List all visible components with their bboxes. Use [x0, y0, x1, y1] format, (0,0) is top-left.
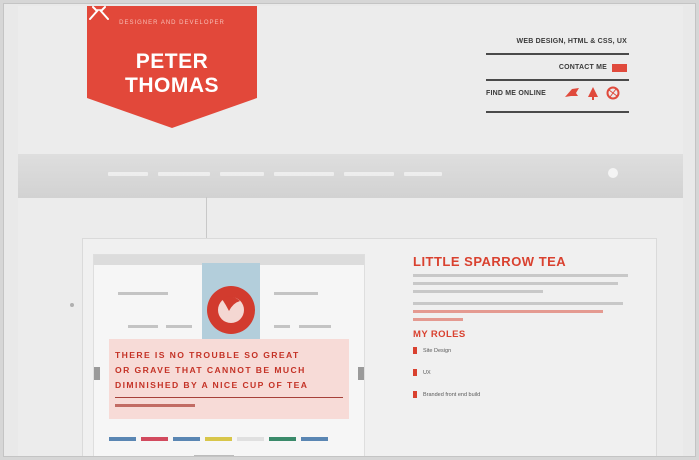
nav-band	[18, 154, 683, 198]
logo-banner[interactable]: DESIGNER AND DEVELOPER PETER THOMAS	[87, 6, 257, 128]
role-label: UX	[423, 370, 431, 376]
contact-row[interactable]: CONTACT ME	[486, 55, 629, 81]
social-row: FIND ME ONLINE	[486, 81, 629, 113]
swatch	[237, 437, 264, 441]
band-links	[108, 172, 442, 176]
preview-nav-line	[128, 325, 158, 328]
role-item: Branded front end build	[413, 384, 653, 406]
band-link[interactable]	[158, 172, 210, 176]
site-preview[interactable]: THERE IS NO TROUBLE SO GREAT OR GRAVE TH…	[93, 254, 365, 456]
preview-nav-line	[299, 325, 331, 328]
project-title: LITTLE SPARROW TEA	[413, 254, 567, 269]
role-bullet	[413, 369, 417, 376]
left-mark	[70, 303, 74, 307]
roles-title: MY ROLES	[413, 329, 466, 340]
quote-attribution	[115, 404, 195, 407]
band-link[interactable]	[404, 172, 442, 176]
project-showcase: THERE IS NO TROUBLE SO GREAT OR GRAVE TH…	[82, 238, 657, 456]
divider	[206, 197, 207, 239]
tea-quote: THERE IS NO TROUBLE SO GREAT OR GRAVE TH…	[115, 348, 345, 393]
preview-logo	[202, 263, 260, 343]
webpage: DESIGNER AND DEVELOPER PETER THOMAS WEB …	[18, 6, 683, 456]
project-recognition	[413, 302, 653, 321]
role-label: Branded front end build	[423, 392, 481, 398]
project-description	[413, 274, 653, 293]
brand-name: PETER THOMAS	[125, 50, 219, 97]
prev-arrow-icon[interactable]	[94, 367, 100, 380]
swatch	[205, 437, 232, 441]
role-bullet	[413, 391, 417, 398]
quote-line-1: THERE IS NO TROUBLE SO GREAT	[115, 350, 300, 360]
brand-tagline: DESIGNER AND DEVELOPER	[119, 20, 225, 26]
swatch	[301, 437, 328, 441]
crossed-feathers-icon	[89, 6, 109, 20]
band-link[interactable]	[344, 172, 394, 176]
role-label: Site Design	[423, 348, 452, 354]
bird-icon[interactable]	[564, 86, 580, 100]
quote-rule	[115, 397, 343, 398]
swatch	[141, 437, 168, 441]
band-search-icon[interactable]	[608, 168, 618, 178]
next-arrow-icon[interactable]	[358, 367, 364, 380]
band-link[interactable]	[274, 172, 334, 176]
role-item: UX	[413, 362, 653, 384]
top-right-nav: WEB DESIGN, HTML & CSS, UX CONTACT ME FI…	[486, 29, 629, 113]
preview-nav-line	[166, 325, 192, 328]
mail-icon[interactable]	[612, 64, 627, 72]
contact-link[interactable]: CONTACT ME	[559, 64, 607, 71]
services-row[interactable]: WEB DESIGN, HTML & CSS, UX	[486, 29, 629, 55]
preview-nav-line	[118, 292, 168, 295]
sparrow-logo-icon	[207, 286, 255, 334]
quote-line-2: OR GRAVE THAT CANNOT BE MUCH	[115, 365, 306, 375]
role-bullet	[413, 347, 417, 354]
band-link[interactable]	[220, 172, 264, 176]
preview-footer-line	[194, 455, 234, 456]
preview-nav-line	[274, 325, 290, 328]
find-online-label: FIND ME ONLINE	[486, 90, 546, 97]
services-link[interactable]: WEB DESIGN, HTML & CSS, UX	[517, 38, 627, 45]
tree-icon[interactable]	[587, 86, 599, 100]
role-item: Site Design	[413, 340, 653, 362]
swatch	[109, 437, 136, 441]
quote-box: THERE IS NO TROUBLE SO GREAT OR GRAVE TH…	[109, 339, 349, 419]
swatch	[173, 437, 200, 441]
quote-line-3: DIMINISHED BY A NICE CUP OF TEA	[115, 380, 309, 390]
preview-nav-line	[274, 292, 318, 295]
project-info: LITTLE SPARROW TEA MY ROLES Site Design	[413, 254, 653, 406]
screenshot-frame: DESIGNER AND DEVELOPER PETER THOMAS WEB …	[3, 3, 696, 457]
dribbble-icon[interactable]	[606, 86, 620, 100]
swatch	[269, 437, 296, 441]
band-link[interactable]	[108, 172, 148, 176]
color-swatches	[109, 437, 328, 441]
